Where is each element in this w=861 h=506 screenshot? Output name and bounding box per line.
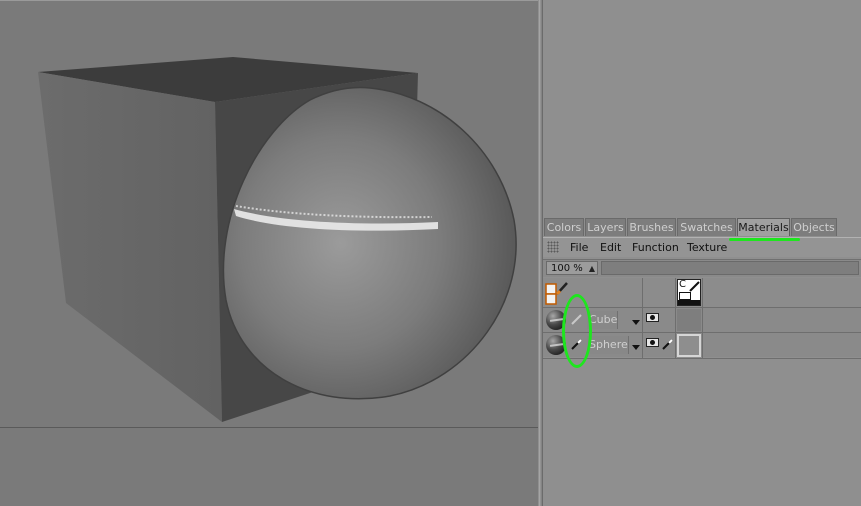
material-swatch-sphere[interactable] (677, 334, 701, 357)
grid-divider (543, 358, 861, 359)
tab-materials[interactable]: Materials (737, 218, 790, 236)
zoom-row: 100 % ▲ (543, 259, 861, 277)
panel-grip-icon[interactable] (547, 241, 559, 253)
material-swatch-cube[interactable] (677, 309, 701, 331)
menu-texture[interactable]: Texture (687, 241, 727, 255)
3d-viewport[interactable] (0, 0, 538, 506)
menu-file[interactable]: File (570, 241, 588, 255)
color-channel-icon[interactable]: C (677, 279, 701, 306)
eye-icon[interactable] (646, 338, 659, 347)
material-name-sphere[interactable]: Sphere (587, 336, 629, 354)
menu-function[interactable]: Function (632, 241, 679, 255)
highlight-underline (729, 238, 800, 241)
zoom-input[interactable]: 100 % ▲ (546, 261, 598, 275)
grid-divider (642, 278, 643, 358)
grid-divider (702, 278, 703, 358)
highlight-circle (562, 294, 592, 368)
grid-divider (675, 278, 676, 358)
zoom-slider-track[interactable] (601, 261, 859, 275)
spin-arrows-icon[interactable]: ▲ (589, 262, 595, 276)
color-channel-label: C (679, 279, 686, 290)
side-panel: Colors Layers Brushes Swatches Materials… (543, 0, 861, 506)
zoom-value: 100 % (551, 263, 583, 274)
tab-swatches[interactable]: Swatches (677, 218, 736, 236)
eye-icon[interactable] (646, 313, 659, 322)
viewport-scene[interactable] (0, 0, 538, 506)
chevron-down-icon[interactable] (632, 320, 640, 325)
panel-tabbar: Colors Layers Brushes Swatches Materials… (543, 218, 861, 237)
tab-colors[interactable]: Colors (544, 218, 584, 236)
materials-menubar: File Edit Function Texture (543, 237, 861, 257)
tab-objects[interactable]: Objects (791, 218, 837, 236)
paintbrush-icon[interactable] (661, 337, 675, 351)
tab-brushes[interactable]: Brushes (627, 218, 676, 236)
chevron-down-icon[interactable] (632, 345, 640, 350)
materials-list: C Cube Sphere (543, 278, 861, 506)
tab-layers[interactable]: Layers (585, 218, 626, 236)
menu-edit[interactable]: Edit (600, 241, 621, 255)
